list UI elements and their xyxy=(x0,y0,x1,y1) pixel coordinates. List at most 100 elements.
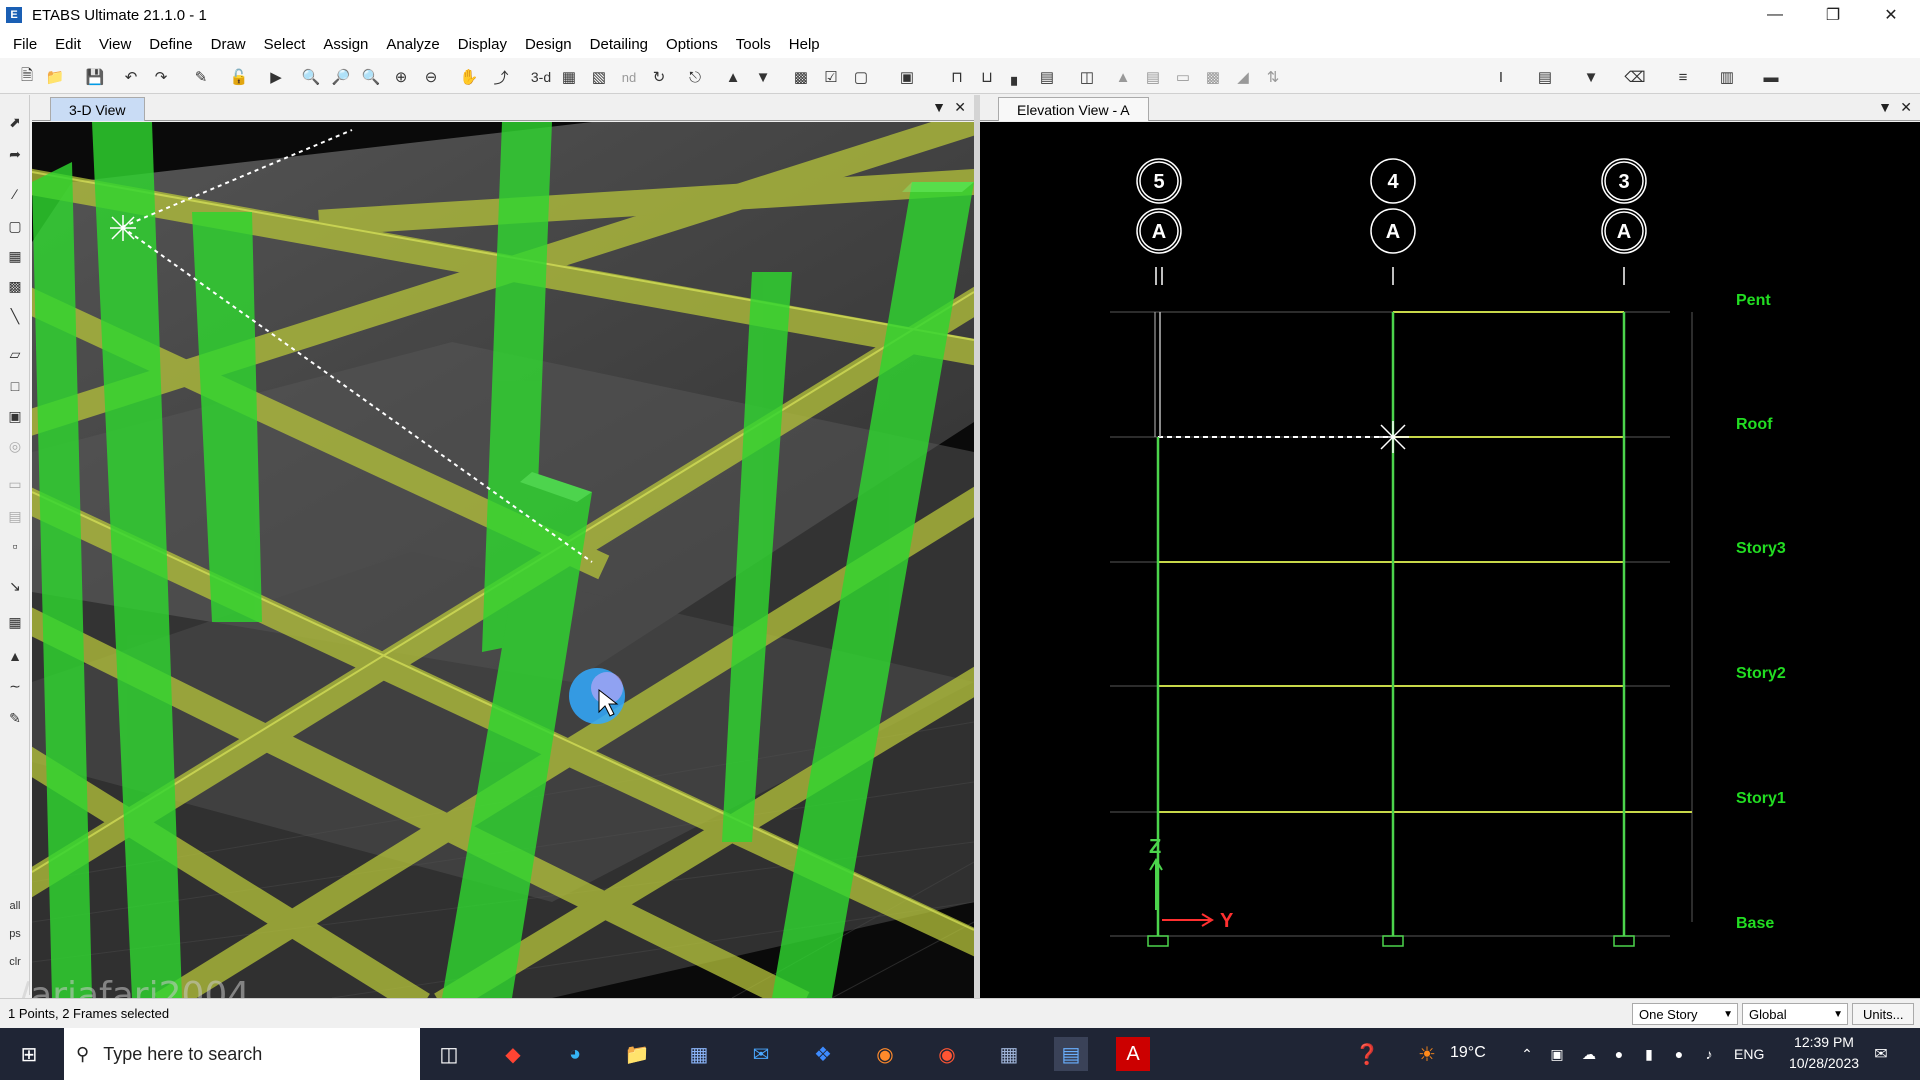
previous-select-icon[interactable]: ps xyxy=(4,923,26,945)
move-down-icon[interactable]: ▼ xyxy=(752,66,774,88)
support-icon[interactable]: ▲ xyxy=(1112,66,1134,88)
rebar-icon[interactable]: ≡ xyxy=(1672,66,1694,88)
draw-area-icon[interactable]: ▱ xyxy=(4,343,26,365)
menu-tools[interactable]: Tools xyxy=(727,36,780,53)
help-icon[interactable]: ❓ xyxy=(1350,1037,1384,1071)
menu-detailing[interactable]: Detailing xyxy=(581,36,657,53)
extrude-icon[interactable]: ▣ xyxy=(896,66,918,88)
filter-icon[interactable]: ▼ xyxy=(1580,66,1602,88)
select-all-icon[interactable]: all xyxy=(4,895,26,917)
etabs-taskbar-icon[interactable]: ▤ xyxy=(1054,1037,1088,1071)
tendon-icon[interactable]: ∼ xyxy=(4,675,26,697)
dimension-icon[interactable]: ⇅ xyxy=(1262,66,1284,88)
coord-system-select[interactable]: Global ▼ xyxy=(1742,1003,1848,1025)
zoom-in-icon[interactable]: ⊕ xyxy=(390,66,412,88)
dropbox-icon[interactable]: ❖ xyxy=(806,1037,840,1071)
move-up-icon[interactable]: ▲ xyxy=(722,66,744,88)
ramp-icon[interactable]: ◢ xyxy=(1232,66,1254,88)
volume-icon[interactable]: ♪ xyxy=(1692,1037,1726,1071)
open-model-icon[interactable]: 📁 xyxy=(44,66,66,88)
wall-icon[interactable]: ▤ xyxy=(1142,66,1164,88)
quick-area-icon[interactable]: ▣ xyxy=(4,405,26,427)
cloud-icon[interactable]: ☁ xyxy=(1572,1037,1606,1071)
brace-icon[interactable]: ╲ xyxy=(4,305,26,327)
elevation-view-canvas[interactable]: 5 A 4 A 3 A Pent Roof Story3 Story2 Stor… xyxy=(980,122,1920,998)
pointer-icon[interactable]: ⬈ xyxy=(4,111,26,133)
menu-edit[interactable]: Edit xyxy=(46,36,90,53)
pane-menu-icon[interactable]: ▼ xyxy=(932,99,946,115)
menu-design[interactable]: Design xyxy=(516,36,581,53)
draw-secondary-beam-icon[interactable]: ▤ xyxy=(1036,66,1058,88)
link-draw-icon[interactable]: ↘ xyxy=(4,575,26,597)
pencil-icon[interactable]: ✎ xyxy=(190,66,212,88)
pane-menu-icon[interactable]: ▼ xyxy=(1878,99,1892,115)
store-icon[interactable]: ▦ xyxy=(682,1037,716,1071)
clock-date[interactable]: 10/28/2023 xyxy=(1776,1055,1872,1071)
draw-frame-icon[interactable]: ⊓ xyxy=(946,66,968,88)
notifications-icon[interactable]: ✉ xyxy=(1864,1037,1898,1071)
microphone-icon[interactable]: ● xyxy=(1602,1037,1636,1071)
new-model-icon[interactable]: 🗎 xyxy=(16,66,38,88)
3d-view-canvas[interactable] xyxy=(32,122,974,998)
dimension-draw-icon[interactable]: ✎ xyxy=(4,707,26,729)
minimize-button[interactable]: — xyxy=(1746,0,1804,30)
draw-link-icon[interactable]: ◫ xyxy=(1076,66,1098,88)
rotate-icon[interactable]: ↻ xyxy=(648,66,670,88)
save-icon[interactable]: 💾 xyxy=(84,66,106,88)
section-icon[interactable]: ▤ xyxy=(1534,66,1556,88)
wifi-icon[interactable]: ● xyxy=(1662,1037,1696,1071)
opening-icon[interactable]: ▭ xyxy=(1172,66,1194,88)
pane-close-icon[interactable]: ✕ xyxy=(1900,99,1912,116)
tray-expand-icon[interactable]: ⌃ xyxy=(1510,1037,1544,1071)
line-weight-icon[interactable]: ▬ xyxy=(1760,66,1782,88)
menu-view[interactable]: View xyxy=(90,36,140,53)
tab-elevation-view[interactable]: Elevation View - A xyxy=(998,97,1149,121)
support-draw-icon[interactable]: ▲ xyxy=(4,645,26,667)
firefox-icon[interactable]: ◉ xyxy=(868,1037,902,1071)
lock-icon[interactable]: 🔓 xyxy=(228,66,250,88)
clear-select-icon[interactable]: clr xyxy=(4,951,26,973)
draw-beam-icon[interactable]: ▖ xyxy=(1006,66,1028,88)
menu-draw[interactable]: Draw xyxy=(202,36,255,53)
task-view-icon[interactable]: ◫ xyxy=(432,1037,466,1071)
tab-3d-view[interactable]: 3-D View xyxy=(50,97,145,121)
object-shrink-icon[interactable]: ▢ xyxy=(850,66,872,88)
units-button[interactable]: Units... xyxy=(1852,1003,1915,1025)
quick-column-icon[interactable]: ▩ xyxy=(4,275,26,297)
autocad-icon[interactable]: A xyxy=(1116,1037,1150,1071)
menu-select[interactable]: Select xyxy=(255,36,315,53)
menu-display[interactable]: Display xyxy=(449,36,516,53)
windows-start-icon[interactable]: ⊞ xyxy=(12,1037,46,1071)
draw-line-icon[interactable]: ∕ xyxy=(4,183,26,205)
menu-file[interactable]: File xyxy=(4,36,46,53)
layout-icon[interactable]: ▥ xyxy=(1716,66,1738,88)
redo-icon[interactable]: ↷ xyxy=(150,66,172,88)
quick-draw-icon[interactable]: ▦ xyxy=(4,245,26,267)
zoom-full-icon[interactable]: 🔍 xyxy=(360,66,382,88)
wall-draw-icon[interactable]: ▭ xyxy=(4,473,26,495)
rubber-band-icon[interactable]: ⤴ xyxy=(490,66,512,88)
draw-rectangle-icon[interactable]: □ xyxy=(4,375,26,397)
mail-icon[interactable]: ✉ xyxy=(744,1037,778,1071)
maps-icon[interactable]: ◉ xyxy=(930,1037,964,1071)
zoom-out-icon[interactable]: ⊖ xyxy=(420,66,442,88)
story-select[interactable]: One Story ▼ xyxy=(1632,1003,1738,1025)
menu-help[interactable]: Help xyxy=(780,36,829,53)
close-button[interactable]: ✕ xyxy=(1862,0,1920,30)
draw-frame-area-icon[interactable]: ▢ xyxy=(4,215,26,237)
network-device-icon[interactable]: ▣ xyxy=(1540,1037,1574,1071)
set-display-options-icon[interactable]: ▩ xyxy=(790,66,812,88)
column-tool-icon[interactable]: ⌫ xyxy=(1624,66,1646,88)
undo-icon[interactable]: ↶ xyxy=(120,66,142,88)
zoom-restore-icon[interactable]: 🔎 xyxy=(330,66,352,88)
check-icon[interactable]: ☑ xyxy=(820,66,842,88)
taskbar-search[interactable]: ⚲ Type here to search xyxy=(64,1028,420,1080)
zoom-window-icon[interactable]: 🔍 xyxy=(300,66,322,88)
nd-button[interactable]: nd xyxy=(618,66,640,88)
file-explorer-icon[interactable]: 📁 xyxy=(620,1037,654,1071)
perspective-icon[interactable]: ⎋ xyxy=(684,66,706,88)
anydesk-icon[interactable]: ◆ xyxy=(496,1037,530,1071)
reshape-icon[interactable]: ➦ xyxy=(4,143,26,165)
pane-close-icon[interactable]: ✕ xyxy=(954,99,966,116)
grid-icon[interactable]: ▦ xyxy=(4,611,26,633)
